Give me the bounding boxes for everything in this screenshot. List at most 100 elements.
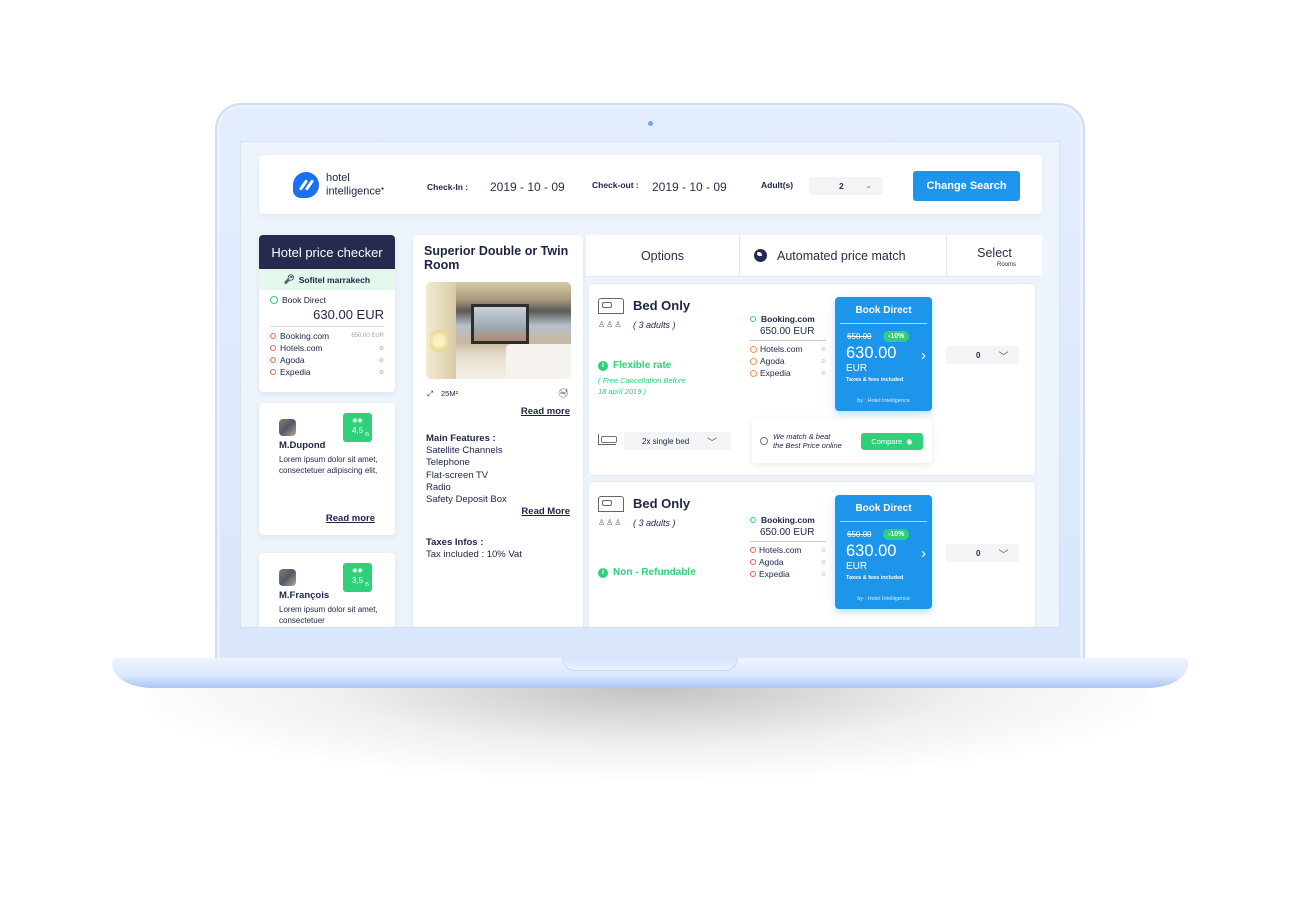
- book-direct-row: Book Direct: [270, 295, 384, 305]
- rate-label: Non - Refundable: [613, 567, 696, 578]
- book-direct-button[interactable]: Book Direct 650.00 -10% 630.00 EUR Taxes…: [835, 297, 932, 411]
- cancellation-note-line: ( Free Cancellation Before: [598, 376, 686, 385]
- review-read-more-link[interactable]: Read more: [326, 513, 375, 524]
- room-quantity-value: 0: [976, 548, 981, 558]
- x-circle-icon: [750, 357, 757, 365]
- review-score: 3,5: [351, 576, 364, 585]
- chevron-right-icon: ›: [921, 347, 926, 364]
- key-icon: 🔑︎: [283, 274, 295, 284]
- chevron-down-icon: ﹀: [707, 437, 718, 449]
- x-circle-icon: [750, 559, 756, 565]
- expand-icon: ⤢: [427, 389, 433, 398]
- currency: EUR: [846, 363, 868, 374]
- room-size-value: 25M²: [441, 389, 459, 398]
- x-circle-icon: [270, 369, 276, 375]
- persons-icon: ♙♙♙: [598, 518, 623, 527]
- taxes-title: Taxes Infos :: [426, 537, 484, 548]
- top-competitor: Booking.com: [761, 314, 815, 324]
- room-quantity-value: 0: [976, 350, 981, 360]
- column-price-match: Automated price match: [740, 235, 947, 276]
- unavailable-icon: ⊘: [378, 369, 384, 376]
- compare-button[interactable]: Compare ◉: [861, 432, 923, 450]
- review-score: 4,5: [351, 426, 364, 435]
- discount-badge: -10%: [883, 529, 910, 540]
- search-bar: hotel intelligence● Check-In : 2019 - 10…: [259, 155, 1042, 214]
- book-direct-button[interactable]: Book Direct 650.00 -10% 630.00 EUR Taxes…: [835, 495, 932, 609]
- review-score-badge: ◉◉ 4,5 /5: [343, 413, 372, 442]
- check-circle-icon: [270, 296, 278, 304]
- room-quantity-select[interactable]: 0 ﹀: [946, 346, 1019, 364]
- competitor-name: Hotels.com: [759, 545, 802, 555]
- logo[interactable]: hotel intelligence●: [293, 172, 384, 198]
- feature-item: Safety Deposit Box: [426, 494, 507, 506]
- taxes-note: Taxes & fees included: [846, 575, 904, 581]
- competitor-row: Hotels.com ⊘: [750, 544, 826, 556]
- features-read-more-link[interactable]: Read More: [521, 506, 570, 517]
- logo-line1: hotel: [326, 171, 350, 184]
- no-smoking-icon: 🚭︎: [557, 388, 569, 398]
- competitor-name: Hotels.com: [280, 343, 323, 353]
- column-select-label: Select: [977, 245, 1012, 260]
- x-circle-icon: [270, 333, 276, 339]
- by-label: by : Hotel Intelligence: [857, 596, 910, 602]
- chevron-down-icon: ﹀: [998, 549, 1009, 561]
- laptop-screen: hotel intelligence● Check-In : 2019 - 10…: [240, 141, 1060, 628]
- room-quantity-select[interactable]: 0 ﹀: [946, 544, 1019, 562]
- competitor-price: 650.00 EUR: [351, 333, 384, 339]
- feature-item: Radio: [426, 481, 451, 493]
- competitor-name: Expedia: [280, 367, 311, 377]
- competitor-row: Expedia ⊘: [750, 568, 826, 580]
- avatar: [279, 569, 296, 586]
- top-competitor: Booking.com: [761, 515, 815, 525]
- bed-type-select[interactable]: 2x single bed ﹀: [624, 432, 731, 450]
- room-photo[interactable]: [426, 282, 571, 379]
- by-label: by : Hotel Intelligence: [857, 398, 910, 404]
- competitor-name: Agoda: [759, 557, 784, 567]
- competitor-row: Agoda ⊘: [750, 355, 826, 367]
- review-scale: /5: [364, 432, 369, 438]
- price-match-line: the Best Price online: [773, 441, 842, 450]
- x-circle-icon: [270, 357, 276, 363]
- review-score-badge: ◉◉ 3,5 /5: [343, 563, 372, 592]
- review-card: ◉◉ 4,5 /5 M.Dupond Lorem ipsum dolor sit…: [259, 403, 395, 535]
- competitor-name: Booking.com: [280, 331, 330, 341]
- change-search-button[interactable]: Change Search: [913, 171, 1020, 201]
- chevron-right-icon: ›: [921, 545, 926, 562]
- offer-adults: ( 3 adults ): [633, 320, 676, 330]
- book-direct-price: 630.00 EUR: [270, 307, 384, 327]
- competitor-list: Booking.com 650.00 EUR Hotels.com ⊘ Agoda…: [750, 515, 826, 580]
- tripadvisor-icon: ◉◉: [352, 568, 363, 574]
- review-text: Lorem ipsum dolor sit amet, consectetuer…: [279, 455, 378, 475]
- column-options: Options: [586, 235, 740, 276]
- room-read-more-link[interactable]: Read more: [521, 406, 570, 417]
- book-direct-title: Book Direct: [840, 495, 927, 522]
- globe-icon: [754, 249, 767, 262]
- feature-item: Telephone: [426, 457, 470, 469]
- competitor-name: Agoda: [760, 356, 785, 366]
- competitor-row: Expedia ⊘: [270, 366, 384, 378]
- top-competitor-price: 650.00 EUR: [750, 525, 826, 542]
- adults-select[interactable]: 2 ⌄: [809, 177, 883, 195]
- checkin-date[interactable]: 2019 - 10 - 09: [490, 180, 565, 194]
- hotel-name-bar: 🔑︎ Sofitel marrakech: [259, 269, 395, 290]
- column-select-sub: Rooms: [996, 261, 1016, 268]
- adults-value: 2: [839, 181, 844, 191]
- offer-title: Bed Only: [633, 298, 691, 313]
- review-scale: /5: [364, 582, 369, 588]
- bed-icon: [598, 298, 624, 314]
- price-match-box: We match & beat the Best Price online Co…: [752, 419, 932, 463]
- avatar: [279, 419, 296, 436]
- competitor-row: Expedia ⊘: [750, 367, 826, 379]
- feature-item: Flat-screen TV: [426, 469, 489, 481]
- laptop-shadow: [150, 688, 1150, 778]
- competitor-row: Agoda ⊘: [270, 354, 384, 366]
- competitor-row: Hotels.com ⊘: [270, 342, 384, 354]
- price-match-text: We match & beat the Best Price online: [773, 432, 859, 451]
- bed-type-value: 2x single bed: [642, 436, 690, 446]
- offer-adults: ( 3 adults ): [633, 518, 676, 528]
- x-circle-icon: [750, 571, 756, 577]
- price-match-line: We match & beat: [773, 431, 831, 441]
- checkout-date[interactable]: 2019 - 10 - 09: [652, 180, 727, 194]
- info-icon: i: [598, 567, 608, 578]
- reviewer-name: M.François: [279, 590, 330, 601]
